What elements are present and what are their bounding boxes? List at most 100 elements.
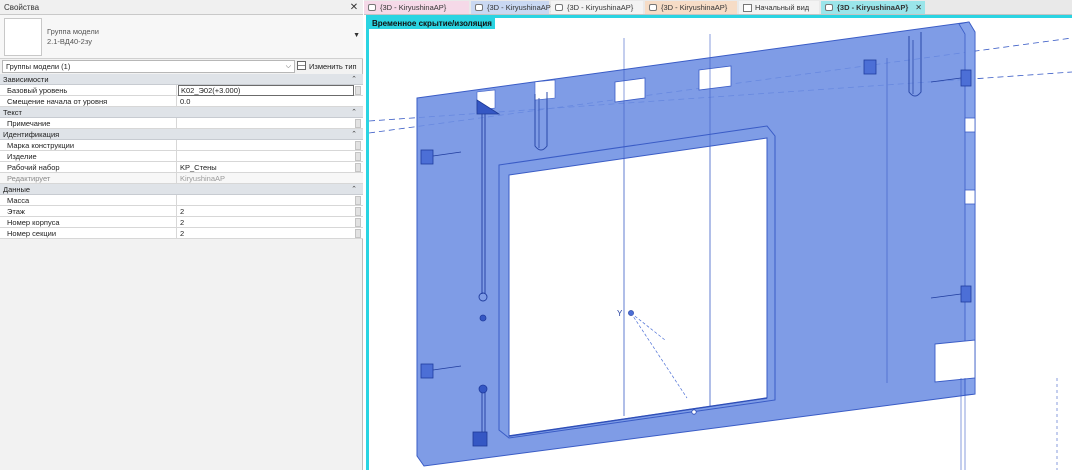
bracket — [964, 117, 976, 133]
row-scroll-handle[interactable] — [355, 207, 361, 216]
building-no-field[interactable]: 2 — [178, 217, 354, 228]
view-tab-3d-2[interactable]: {3D - KiryushinaAP} — [471, 1, 553, 14]
model-canvas[interactable]: Y — [369, 18, 1072, 470]
collapse-icon[interactable]: ⌃ — [351, 74, 357, 85]
tab-label: {3D - KiryushinaAP} — [661, 3, 728, 12]
property-row-origin-offset: Смещение начала от уровня 0.0 — [0, 96, 363, 107]
property-row-base-level: Базовый уровень K02_Э02(+3.000) — [0, 85, 363, 96]
conduit-box — [478, 384, 488, 394]
chevron-down-icon: ⌵ — [285, 63, 291, 70]
section-constraints[interactable]: Зависимости ⌃ — [0, 74, 363, 85]
workset-field[interactable]: KP_Стены — [178, 162, 354, 173]
floor-field[interactable]: 2 — [178, 206, 354, 217]
3d-view-icon — [649, 4, 657, 11]
property-label: Изделие — [0, 151, 177, 162]
property-row-comments: Примечание — [0, 118, 363, 129]
properties-title-bar: Свойства ✕ — [0, 0, 363, 15]
chevron-down-icon[interactable]: ▼ — [353, 32, 360, 39]
filter-row: Группы модели (1) ⌵ Изменить тип — [0, 60, 363, 74]
property-label: Масса — [0, 195, 177, 206]
3d-view-icon — [555, 4, 563, 11]
section-identity[interactable]: Идентификация ⌃ — [0, 129, 363, 140]
view-tab-start-view[interactable]: Начальный вид — [739, 1, 819, 14]
origin-offset-field[interactable]: 0.0 — [178, 96, 354, 107]
property-row-item: Изделие — [0, 151, 363, 162]
view-tab-3d-3[interactable]: {3D - KiryushinaAP} — [551, 1, 643, 14]
section-label: Зависимости — [3, 75, 49, 84]
drafting-view-icon — [743, 4, 752, 12]
row-scroll-handle[interactable] — [355, 218, 361, 227]
type-preview-thumbnail — [4, 18, 42, 56]
row-scroll-handle[interactable] — [355, 119, 361, 128]
property-row-mark: Марка конструкции — [0, 140, 363, 151]
instance-filter-select[interactable]: Группы модели (1) ⌵ — [2, 60, 295, 73]
3d-view-icon — [475, 4, 483, 11]
view-tab-3d-1[interactable]: {3D - KiryushinaAP} — [364, 1, 469, 14]
row-scroll-handle[interactable] — [355, 86, 361, 95]
property-row-workset: Рабочий набор KP_Стены — [0, 162, 363, 173]
property-label: Марка конструкции — [0, 140, 177, 151]
mark-field[interactable] — [178, 140, 354, 151]
embedded-part — [420, 149, 434, 165]
base-level-field[interactable]: K02_Э02(+3.000) — [178, 85, 354, 96]
property-label: Номер секции — [0, 228, 177, 239]
panel-notch — [698, 65, 732, 91]
property-label: Базовый уровень — [0, 85, 177, 96]
tab-label: {3D - KiryushinaAP} — [380, 3, 447, 12]
row-scroll-handle[interactable] — [355, 163, 361, 172]
embedded-part — [960, 69, 972, 87]
row-scroll-handle[interactable] — [355, 141, 361, 150]
property-label: Редактирует — [0, 173, 177, 184]
section-data[interactable]: Данные ⌃ — [0, 184, 363, 195]
collapse-icon[interactable]: ⌃ — [351, 129, 357, 140]
3d-view-icon — [825, 4, 833, 11]
section-text[interactable]: Текст ⌃ — [0, 107, 363, 118]
view-tab-3d-4[interactable]: {3D - KiryushinaAP} — [645, 1, 737, 14]
property-label: Рабочий набор — [0, 162, 177, 173]
embedded-part — [863, 59, 877, 75]
comments-field[interactable] — [178, 118, 354, 129]
door-opening[interactable] — [508, 137, 768, 437]
embedded-part — [472, 431, 488, 447]
type-variant: 2.1-ВД40-2зу — [47, 37, 92, 46]
close-tab-icon[interactable]: ✕ — [915, 1, 922, 14]
property-label: Этаж — [0, 206, 177, 217]
property-row-floor: Этаж 2 — [0, 206, 363, 217]
mass-field[interactable] — [178, 195, 354, 206]
3d-view-icon — [368, 4, 376, 11]
properties-palette: Свойства ✕ Группа модели 2.1-ВД40-2зу ▼ … — [0, 0, 363, 470]
view-tab-3d-active[interactable]: {3D - KiryushinaAP} ✕ — [821, 1, 925, 14]
3d-model-view[interactable]: Y Временное скрытие/изоляция — [366, 15, 1072, 470]
temporary-hide-isolate-banner: Временное скрытие/изоляция — [369, 18, 495, 29]
tab-label: Начальный вид — [755, 3, 810, 12]
row-scroll-handle[interactable] — [355, 196, 361, 205]
section-label: Текст — [3, 108, 22, 117]
property-label: Смещение начала от уровня — [0, 96, 177, 107]
axis-label: Y — [617, 309, 623, 318]
type-selector[interactable]: Группа модели 2.1-ВД40-2зу ▼ — [0, 15, 363, 59]
row-scroll-handle[interactable] — [355, 229, 361, 238]
collapse-icon[interactable]: ⌃ — [351, 184, 357, 195]
type-family: Группа модели — [47, 27, 99, 36]
edit-type-icon — [297, 61, 306, 70]
revit-window: Свойства ✕ Группа модели 2.1-ВД40-2зу ▼ … — [0, 0, 1072, 470]
collapse-icon[interactable]: ⌃ — [351, 107, 357, 118]
view-tab-bar: {3D - KiryushinaAP} {3D - KiryushinaAP} … — [364, 0, 1072, 15]
section-label: Данные — [3, 185, 31, 194]
edit-type-label: Изменить тип — [309, 62, 357, 71]
property-row-edited-by: Редактирует KiryushinaAP — [0, 173, 363, 184]
property-label: Примечание — [0, 118, 177, 129]
item-field[interactable] — [178, 151, 354, 162]
row-scroll-handle[interactable] — [355, 152, 361, 161]
property-row-building-no: Номер корпуса 2 — [0, 217, 363, 228]
embedded-part — [420, 363, 434, 379]
properties-title: Свойства — [4, 3, 40, 12]
close-icon[interactable]: ✕ — [348, 0, 360, 15]
edit-type-button[interactable]: Изменить тип — [297, 60, 361, 73]
bracket — [964, 189, 976, 205]
grip-point[interactable] — [691, 409, 697, 415]
embedded-part — [960, 285, 972, 303]
edited-by-field: KiryushinaAP — [180, 174, 226, 183]
property-label: Номер корпуса — [0, 217, 177, 228]
section-no-field[interactable]: 2 — [178, 228, 354, 239]
